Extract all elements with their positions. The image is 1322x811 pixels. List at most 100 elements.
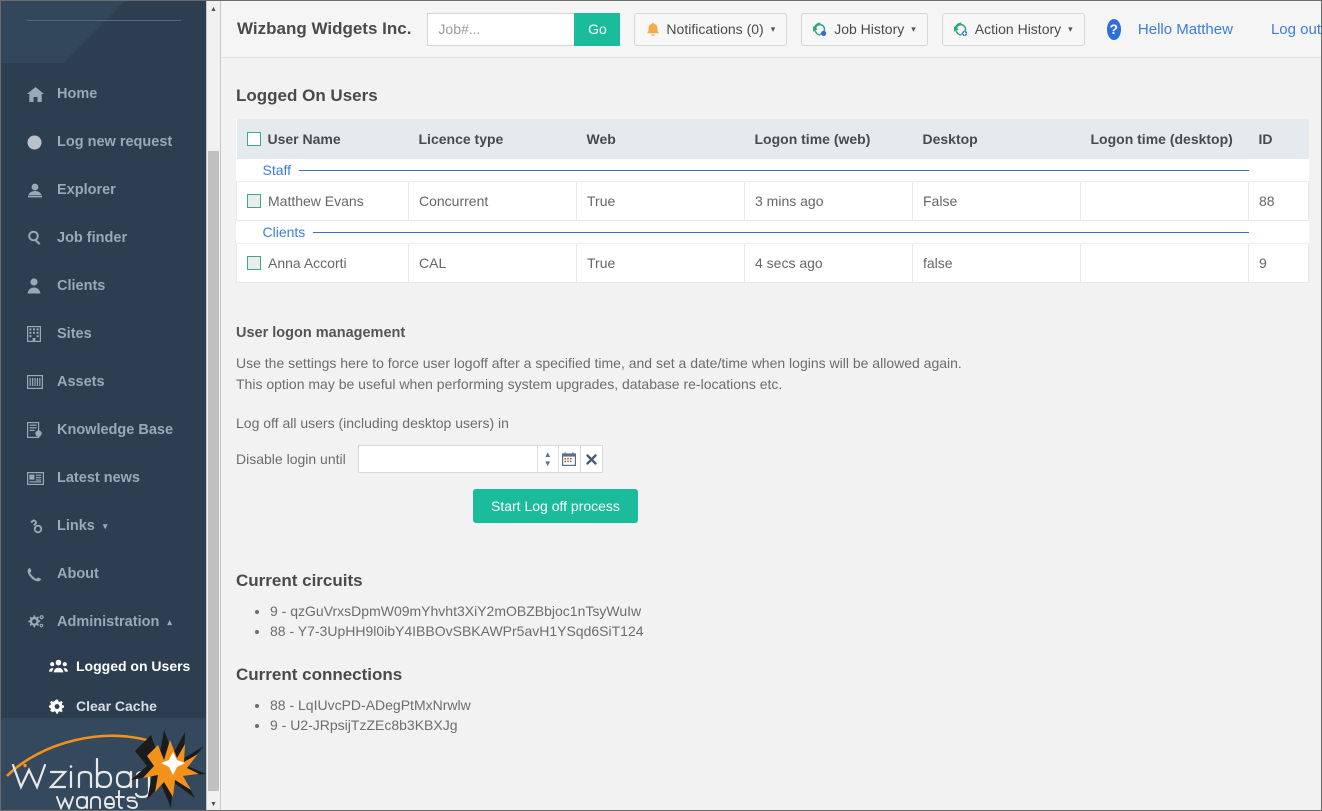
chevron-down-icon: ▾: [911, 23, 916, 34]
cell-id: 9: [1248, 243, 1309, 283]
spinner-down-icon[interactable]: ▼: [544, 459, 552, 468]
sidebar-item-label: About: [57, 566, 99, 582]
sidebar-item-about[interactable]: About: [1, 550, 206, 598]
job-history-button[interactable]: Job History ▾: [801, 12, 928, 46]
user-name: Anna Accorti: [268, 255, 347, 271]
list-item: 88 - LqIUvcPD-ADegPtMxNrwlw: [270, 695, 1307, 715]
col-label: User Name: [267, 131, 341, 147]
group-rule: [299, 169, 1249, 171]
group-rule: [313, 231, 1249, 233]
cell-user-name: Anna Accorti: [236, 243, 409, 283]
table-row[interactable]: Matthew Evans Concurrent True 3 mins ago…: [236, 181, 1309, 221]
sidebar-scrollbar[interactable]: ▲ ▼: [206, 1, 221, 810]
circle-icon: [27, 135, 51, 150]
sidebar-item-label: Log new request: [57, 134, 173, 150]
user-name: Matthew Evans: [268, 193, 364, 209]
sidebar-item-job-finder[interactable]: Job finder: [1, 214, 206, 262]
logged-on-users-table: User Name Licence type Web Logon time (w…: [236, 119, 1309, 283]
sidebar-item-logged-on-users[interactable]: Logged on Users: [1, 646, 206, 686]
phone-icon: [27, 567, 51, 582]
start-logoff-button[interactable]: Start Log off process: [473, 489, 638, 523]
cell-logon-time-desktop: [1080, 181, 1249, 221]
action-history-button[interactable]: Action History ▾: [941, 12, 1085, 46]
bell-icon: [646, 22, 660, 37]
explorer-icon: [27, 183, 51, 198]
row-checkbox[interactable]: [247, 256, 261, 270]
sidebar-item-log-new-request[interactable]: Log new request: [1, 118, 206, 166]
sidebar-item-label: Home: [57, 86, 98, 102]
sidebar-subitem-label: Logged on Users: [76, 658, 191, 674]
group-header-cell: Staff: [236, 159, 1249, 182]
job-search-group: Go: [427, 12, 621, 46]
sidebar-item-sites[interactable]: Sites: [1, 310, 206, 358]
cogs-icon: [27, 614, 51, 630]
notifications-button[interactable]: Notifications (0) ▾: [634, 12, 788, 46]
notifications-label: Notifications (0): [666, 21, 764, 37]
clear-icon[interactable]: [580, 445, 603, 473]
users-icon: [49, 659, 71, 673]
row-checkbox[interactable]: [247, 194, 261, 208]
current-connections-title: Current connections: [236, 665, 403, 684]
job-history-label: Job History: [834, 21, 905, 37]
col-logon-time-web: Logon time (web): [744, 119, 913, 159]
date-spinner[interactable]: ▲ ▼: [537, 445, 559, 473]
cell-web: True: [576, 181, 745, 221]
sidebar-item-label: Links: [57, 518, 95, 534]
scrollbar-thumb[interactable]: [208, 151, 219, 791]
sidebar-item-clients[interactable]: Clients: [1, 262, 206, 310]
current-circuits-section: Current circuits 9 - qzGuVrxsDpmW09mYhvh…: [236, 571, 1307, 641]
sidebar-item-home[interactable]: Home: [1, 70, 206, 118]
group-empty-cell: [1248, 220, 1309, 244]
sidebar-item-latest-news[interactable]: Latest news: [1, 454, 206, 502]
group-label[interactable]: Staff: [263, 162, 292, 178]
greeting-link[interactable]: Hello Matthew: [1138, 21, 1233, 38]
col-logon-time-desktop: Logon time (desktop): [1080, 119, 1249, 159]
go-button[interactable]: Go: [574, 12, 621, 46]
spinner-up-icon[interactable]: ▲: [544, 450, 552, 459]
table-row[interactable]: Anna Accorti CAL True 4 secs ago false 9: [236, 243, 1309, 283]
cell-licence-type: CAL: [408, 243, 577, 283]
history-add-icon: [953, 22, 969, 37]
top-header-bar: Wizbang Widgets Inc. Go Notifications (0…: [222, 1, 1321, 58]
sidebar-item-assets[interactable]: Assets: [1, 358, 206, 406]
group-label[interactable]: Clients: [263, 224, 306, 240]
sidebar-header: [1, 1, 206, 63]
calendar-icon[interactable]: [558, 445, 581, 473]
search-input[interactable]: [427, 12, 575, 46]
sidebar-item-administration[interactable]: Administration ▴: [1, 598, 206, 646]
sidebar-item-knowledge-base[interactable]: Knowledge Base: [1, 406, 206, 454]
group-row-staff: Staff: [236, 159, 1309, 182]
current-circuits-title: Current circuits: [236, 571, 363, 590]
history-refresh-icon: [813, 22, 828, 37]
sidebar-item-label: Clients: [57, 278, 106, 294]
logoff-all-users-label: Log off all users (including desktop use…: [236, 415, 509, 431]
help-icon[interactable]: ?: [1106, 18, 1121, 40]
user-icon: [27, 278, 51, 294]
sidebar-item-label: Latest news: [57, 470, 140, 486]
sidebar-item-links[interactable]: Links ▾: [1, 502, 206, 550]
sidebar-item-label: Assets: [57, 374, 105, 390]
sidebar-item-label: Administration: [57, 614, 160, 630]
sidebar-item-label: Sites: [57, 326, 92, 342]
col-id: ID: [1248, 119, 1309, 159]
group-row-clients: Clients: [236, 220, 1309, 244]
action-history-label: Action History: [974, 21, 1062, 37]
chevron-down-icon: ▾: [102, 520, 108, 531]
building-icon: [27, 326, 51, 342]
sidebar-item-explorer[interactable]: Explorer: [1, 166, 206, 214]
select-all-checkbox[interactable]: [246, 132, 261, 146]
cell-logon-time-desktop: [1080, 243, 1249, 283]
company-brand: Wizbang Widgets Inc.: [237, 19, 412, 38]
link-icon: [27, 518, 51, 534]
sidebar-divider: [27, 20, 181, 21]
disable-login-input[interactable]: [357, 445, 538, 473]
scroll-down-icon[interactable]: ▼: [207, 796, 220, 810]
logout-link[interactable]: Log out: [1271, 21, 1321, 38]
user-logon-management-section: User logon management Use the settings h…: [236, 325, 1307, 523]
list-item: 9 - U2-JRpsijTzZEc8b3KBXJg: [270, 715, 1307, 735]
sidebar: Home Log new request Explorer Job finder: [1, 1, 206, 810]
scroll-up-icon[interactable]: ▲: [207, 1, 220, 17]
col-web: Web: [576, 119, 745, 159]
chevron-up-icon: ▴: [167, 616, 172, 627]
circuits-list: 9 - qzGuVrxsDpmW09mYhvht3XiY2mOBZBbjoc1n…: [236, 601, 1307, 641]
